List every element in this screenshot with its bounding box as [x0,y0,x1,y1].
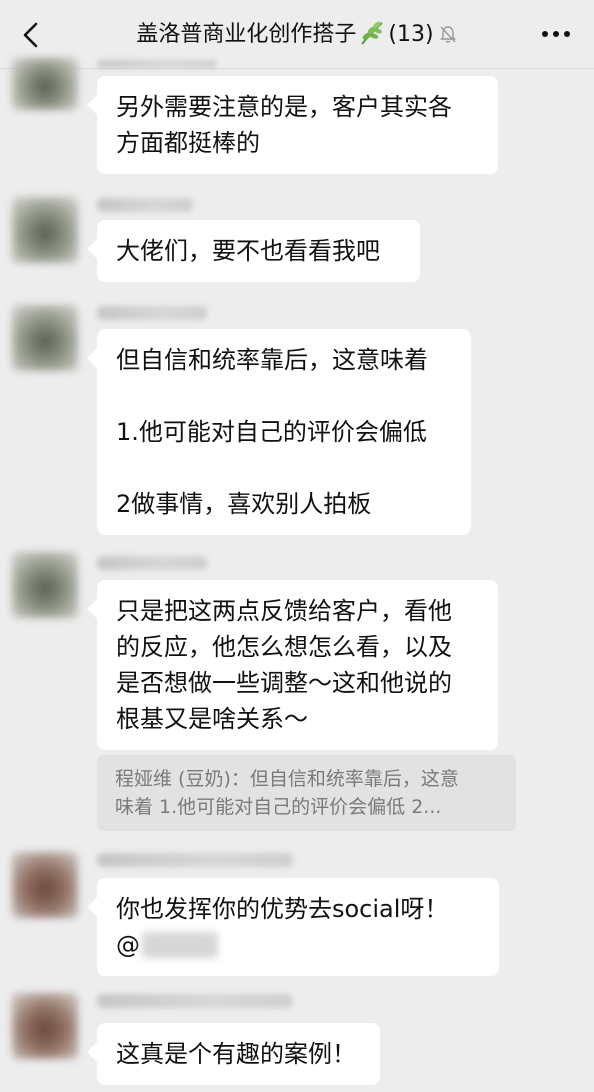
message-bubble[interactable]: 只是把这两点反馈给客户，看他 的反应，他怎么想怎么看，以及 是否想做一些调整～这… [97,580,498,750]
message-bubble[interactable]: 你也发挥你的优势去social呀！ @ [97,878,499,976]
sender-name [97,198,193,212]
message-bubble[interactable]: 但自信和统率靠后，这意味着 1.他可能对自己的评价会偏低 2做事情，喜欢别人拍板 [97,329,471,535]
herb-leaf-icon [358,20,386,55]
mention-symbol: @ [116,931,140,959]
bell-muted-icon [438,23,458,53]
member-count: (13) [388,22,434,47]
sender-name [97,853,293,867]
avatar[interactable] [12,552,78,618]
message-bubble[interactable]: 大佬们，要不也看看我吧 [97,220,420,282]
message-bubble[interactable]: 这真是个有趣的案例！ [97,1023,380,1085]
sender-name [97,306,207,320]
message-bubble[interactable]: 另外需要注意的是，客户其实各 方面都挺棒的 [97,76,498,174]
chat-header: 盖洛普商业化创作搭子 (13) [0,0,594,69]
avatar[interactable] [12,197,78,263]
more-dots-icon[interactable] [540,26,572,42]
avatar[interactable] [12,58,78,110]
quoted-message[interactable]: 程娅维 (豆奶)：但自信和统率靠后，这意 味着 1.他可能对自己的评价会偏低 2… [97,755,516,831]
avatar[interactable] [12,993,78,1059]
mention-name[interactable] [142,932,218,958]
sender-name [97,994,293,1008]
group-name: 盖洛普商业化创作搭子 [136,22,357,47]
avatar[interactable] [12,852,78,918]
sender-name [97,556,207,570]
avatar[interactable] [12,305,78,371]
sender-name [97,60,217,68]
chat-title: 盖洛普商业化创作搭子 (13) [0,20,594,55]
